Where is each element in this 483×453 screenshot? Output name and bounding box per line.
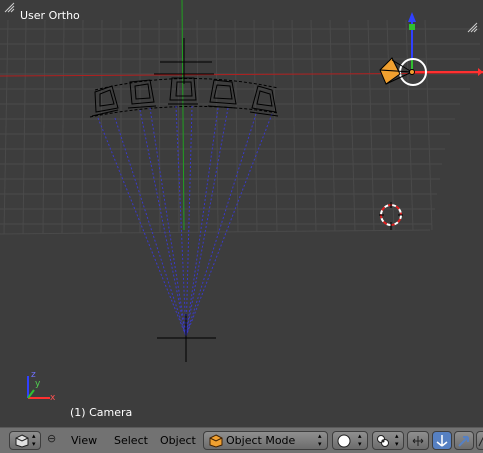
viewport-scene xyxy=(0,0,483,399)
camera-arc xyxy=(94,78,279,91)
active-object-info: (1) Camera xyxy=(70,406,133,419)
rotate-toggle[interactable] xyxy=(454,431,474,450)
view-title: User Ortho xyxy=(20,9,80,22)
menu-select[interactable]: Select xyxy=(114,434,148,447)
axis-label-y: y xyxy=(35,379,41,389)
object-mode-cube-icon xyxy=(209,434,223,448)
manipulator-icon xyxy=(412,436,424,446)
mode-selector[interactable]: Object Mode ▴ ▾ xyxy=(203,431,328,450)
chevron-updown-icon: ▴ ▾ xyxy=(32,432,36,448)
camera-object-1[interactable] xyxy=(91,85,119,117)
mode-selector-value: Object Mode xyxy=(226,434,296,447)
translate-arrow-icon xyxy=(436,435,448,447)
menu-view[interactable]: View xyxy=(71,434,97,447)
chevron-updown-icon: ▴ ▾ xyxy=(318,432,322,448)
pivot-point-button[interactable]: ▴ ▾ xyxy=(372,431,404,450)
pivot-point-icon xyxy=(377,435,389,447)
floor-grid xyxy=(0,19,480,235)
empty-object-bottom[interactable] xyxy=(157,314,216,362)
editor-type-button[interactable]: ▴ ▾ xyxy=(9,431,41,450)
viewport-header: ▴ ▾ ⊖ View Select Object Object Mode ▴ ▾ ▴… xyxy=(0,427,483,453)
3d-cursor xyxy=(379,202,403,230)
rotate-arrow-icon xyxy=(458,436,469,447)
editor-type-cube-icon xyxy=(15,434,29,448)
3d-viewport[interactable]: User Ortho (1) Camera z y x xyxy=(0,0,483,427)
menu-object[interactable]: Object xyxy=(160,434,196,447)
chevron-updown-icon: ▴ ▾ xyxy=(358,432,362,448)
chevron-updown-icon: ▴ ▾ xyxy=(395,432,399,448)
scale-icon xyxy=(478,436,483,447)
viewport-shading-sphere-icon xyxy=(337,434,351,448)
axis-label-x: x xyxy=(50,393,56,403)
scale-toggle[interactable] xyxy=(476,431,483,450)
camera-object-5[interactable] xyxy=(249,85,279,117)
collapse-menu-icon[interactable]: ⊖ xyxy=(47,432,56,445)
viewport-shading-button[interactable]: ▴ ▾ xyxy=(332,431,368,450)
y-axis-line xyxy=(181,0,185,231)
manipulator-toggle[interactable] xyxy=(407,431,429,450)
translate-toggle[interactable] xyxy=(432,431,452,450)
camera-frustum-lines xyxy=(97,105,273,337)
empty-object-top[interactable] xyxy=(154,38,214,84)
